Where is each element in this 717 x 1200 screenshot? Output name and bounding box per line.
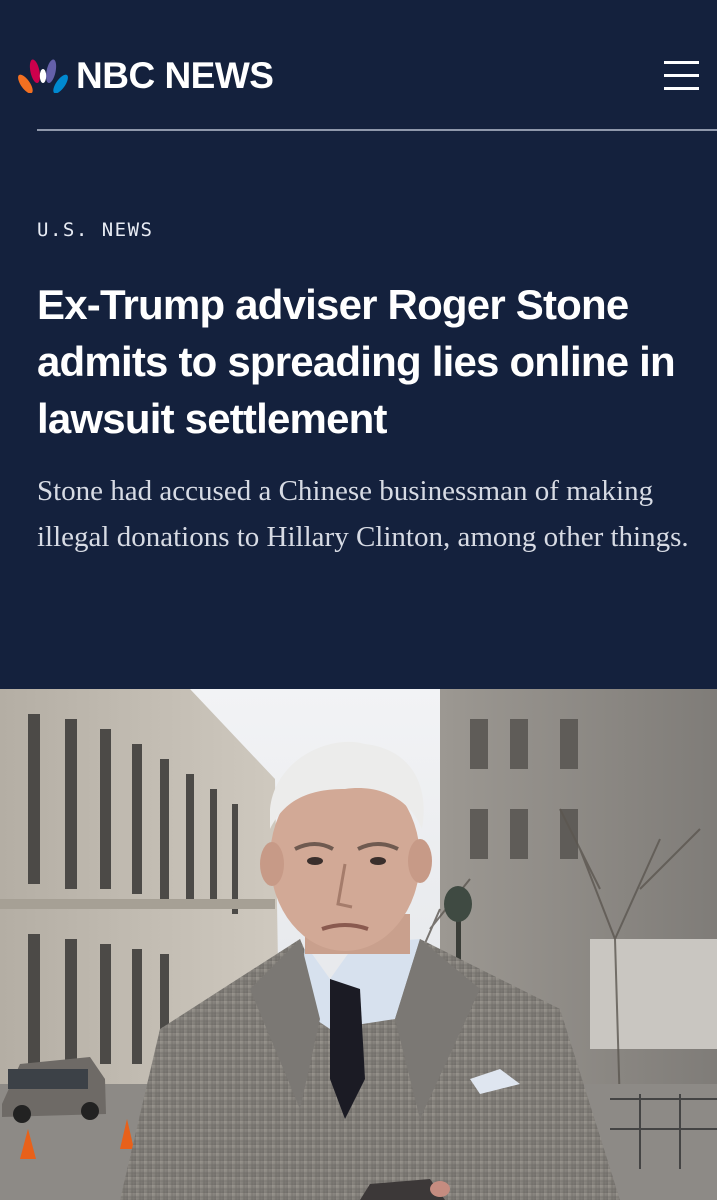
article-photo [0,689,717,1200]
article-dek: Stone had accused a Chinese businessman … [37,475,689,553]
article-headline: Ex-Trump adviser Roger Stone admits to s… [37,281,676,442]
section-label[interactable]: U.S. NEWS [37,219,153,241]
nbc-news-logo[interactable]: NBC NEWS [18,55,274,96]
peacock-icon [18,59,68,93]
brand-name: NBC NEWS [76,55,274,96]
hamburger-menu-icon[interactable] [664,60,699,92]
header-divider [37,129,717,131]
site-header: NBC NEWS [0,0,717,131]
